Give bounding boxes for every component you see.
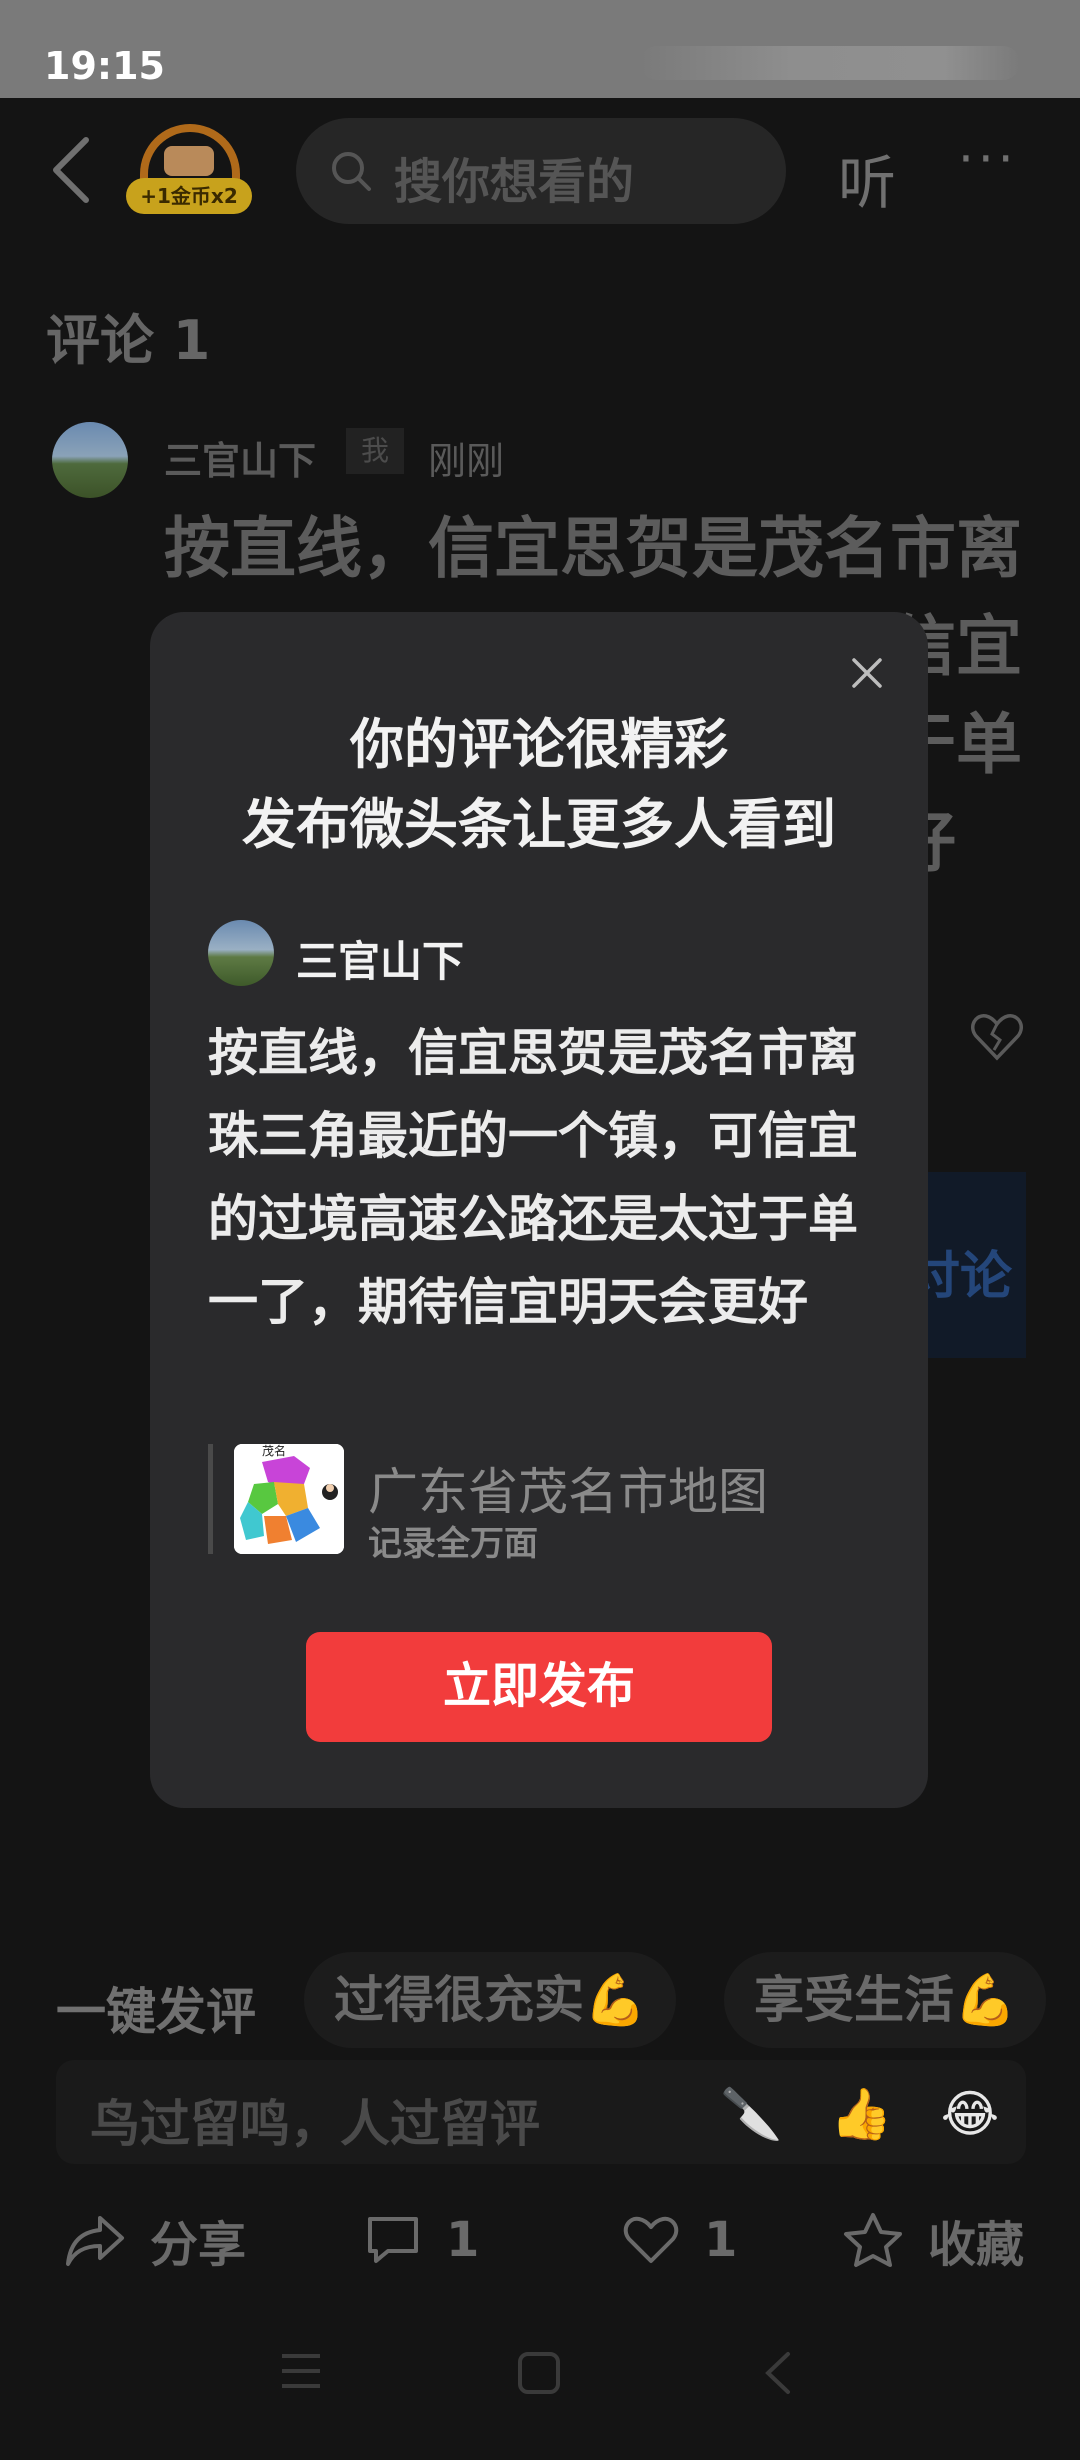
like-count: 1 (704, 2212, 738, 2268)
like-button[interactable]: 1 (622, 2200, 737, 2280)
thumbs-up-emoji-icon[interactable]: 👍 (830, 2084, 892, 2144)
coin-reward-label: +1金币x2 (126, 178, 252, 214)
comment-avatar[interactable] (52, 422, 128, 498)
comment-count: 1 (446, 2212, 480, 2268)
dialog-comment-text: 按直线，信宜思贺是茂名市离珠三角最近的一个镇，可信宜的过境高速公路还是太过于单一… (208, 1024, 858, 1331)
search-icon (332, 152, 371, 191)
dialog-avatar (208, 920, 274, 986)
recent-apps-icon[interactable] (278, 2350, 324, 2392)
quick-reply-chip[interactable]: 过得很充实💪 (304, 1952, 677, 2048)
share-icon (66, 2216, 124, 2266)
comment-count-button[interactable]: 1 (364, 2200, 479, 2280)
map-thumbnail-image: 茂名 (234, 1444, 344, 1554)
favorite-label: 收藏 (928, 2217, 1025, 2273)
comment-input-placeholder: 鸟过留鸣，人过留评 (90, 2095, 540, 2153)
search-placeholder: 搜你想看的 (394, 154, 635, 210)
heart-icon (623, 2216, 679, 2263)
dialog-title: 你的评论很精彩 (350, 713, 728, 776)
comment-input[interactable]: 鸟过留鸣，人过留评 🔪 👍 😂 (56, 2060, 1026, 2164)
more-menu-button[interactable]: ··· (958, 130, 1018, 188)
search-bar[interactable]: 搜你想看的 (296, 118, 786, 224)
comments-heading: 评论 1 (46, 309, 211, 372)
back-button[interactable] (44, 130, 104, 210)
close-icon[interactable] (846, 652, 888, 694)
quick-reply-chip[interactable]: 享受生活💪 (724, 1952, 1047, 2048)
comment-icon (368, 2217, 418, 2263)
nav-back-icon[interactable] (760, 2350, 796, 2396)
share-button[interactable]: 分享 (64, 2200, 246, 2280)
broken-heart-icon[interactable] (970, 1012, 1024, 1062)
quick-reply-label: 一键发评 (56, 1983, 256, 2041)
comment-author[interactable]: 三官山下 (164, 430, 316, 485)
share-label: 分享 (150, 2217, 247, 2273)
map-thumbnail: 茂名 (234, 1444, 344, 1554)
status-bar: 19:15 (0, 0, 1080, 98)
quote-divider (208, 1444, 213, 1554)
link-subtitle: 记录全万面 (368, 1524, 538, 1564)
favorite-button[interactable]: 收藏 (842, 2200, 1024, 2280)
home-icon[interactable] (516, 2350, 562, 2396)
status-icons (640, 46, 1020, 80)
publish-dialog: 你的评论很精彩 发布微头条让更多人看到 三官山下 按直线，信宜思贺是茂名市离珠三… (150, 612, 928, 1808)
listen-button[interactable]: 听 (838, 136, 896, 220)
dialog-author: 三官山下 (296, 937, 465, 986)
cleaver-emoji-icon[interactable]: 🔪 (720, 2084, 782, 2144)
back-arrow-icon (53, 137, 89, 203)
coin-mascot-icon (164, 146, 214, 176)
coin-badge[interactable]: +1金币x2 (126, 116, 256, 226)
comment-time: 刚刚 (428, 439, 505, 483)
star-icon (844, 2213, 902, 2267)
laughing-emoji-icon[interactable]: 😂 (940, 2084, 1000, 2144)
publish-button[interactable]: 立即发布 (306, 1632, 772, 1742)
dialog-subtitle: 发布微头条让更多人看到 (242, 793, 836, 856)
map-thumbnail-caption: 茂名 (262, 1444, 286, 1458)
me-tag: 我 (346, 428, 404, 474)
status-time: 19:15 (44, 44, 165, 88)
link-title[interactable]: 广东省茂名市地图 (368, 1452, 768, 1524)
